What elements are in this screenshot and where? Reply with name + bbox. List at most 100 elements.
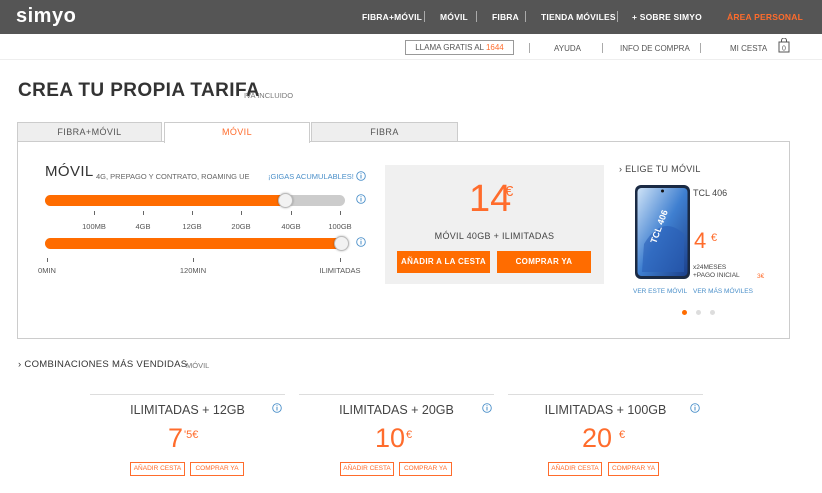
minutes-slider-tick-label[interactable]: 120MIN bbox=[180, 266, 206, 275]
combo-title: ILIMITADAS + 20GB bbox=[339, 403, 454, 417]
data-slider-tick-label[interactable]: 40GB bbox=[281, 222, 300, 231]
plan-summary: MÓVIL 40GB + ILIMITADAS bbox=[434, 231, 555, 241]
combo-buy-now-button[interactable]: COMPRAR YA bbox=[190, 462, 244, 476]
data-slider-tick-mark bbox=[241, 211, 242, 215]
minutes-slider-tick-label[interactable]: ILIMITADAS bbox=[319, 266, 360, 275]
info-icon[interactable] bbox=[356, 171, 366, 181]
combo-divider bbox=[299, 394, 494, 395]
see-more-phones-link[interactable]: VER MÁS MÓVILES bbox=[693, 288, 753, 295]
top-navigation-bar: simyo FIBRA+MÓVIL MÓVIL FIBRA TIENDA MÓV… bbox=[0, 0, 822, 34]
tab-fibra-movil[interactable]: FIBRA+MÓVIL bbox=[17, 122, 162, 142]
purchase-info-link[interactable]: INFO DE COMPRA bbox=[620, 44, 690, 53]
minutes-slider-handle[interactable] bbox=[334, 236, 349, 251]
phone-name: TCL 406 bbox=[693, 188, 728, 198]
simyo-logo[interactable]: simyo bbox=[16, 5, 76, 28]
nav-movil[interactable]: MÓVIL bbox=[440, 12, 468, 22]
combo-price: 20 bbox=[582, 423, 613, 453]
minutes-slider-tick-mark bbox=[47, 258, 48, 262]
combo-price: 10 bbox=[375, 423, 406, 453]
help-link[interactable]: AYUDA bbox=[554, 44, 581, 53]
see-this-phone-link[interactable]: VER ESTE MÓVIL bbox=[633, 288, 687, 295]
nav-fibra[interactable]: FIBRA bbox=[492, 12, 519, 22]
best-sellers-label: COMBINACIONES MÁS VENDIDAS bbox=[24, 359, 188, 370]
combo-divider bbox=[508, 394, 703, 395]
data-slider-tick-label[interactable]: 4GB bbox=[135, 222, 150, 231]
free-call-number: 1644 bbox=[485, 43, 504, 52]
minutes-slider-tick-label[interactable]: 0MIN bbox=[38, 266, 56, 275]
data-slider[interactable] bbox=[45, 193, 345, 208]
info-icon[interactable] bbox=[356, 237, 366, 247]
combo-title: ILIMITADAS + 12GB bbox=[130, 403, 245, 417]
phone-image[interactable]: TCL 406 bbox=[634, 184, 691, 280]
subnav-divider bbox=[529, 43, 530, 53]
vat-note: IVA INCLUIDO bbox=[244, 91, 294, 100]
free-call-box[interactable]: LLAMA GRATIS AL 1644 bbox=[405, 40, 514, 55]
combo-price-decimals: € bbox=[406, 429, 413, 441]
phone-terms-initial: +PAGO INICIAL bbox=[693, 272, 740, 279]
info-icon[interactable] bbox=[482, 403, 492, 413]
info-icon[interactable] bbox=[356, 194, 366, 204]
data-slider-fill bbox=[45, 195, 285, 206]
data-slider-tick-mark bbox=[291, 211, 292, 215]
phone-currency: € bbox=[711, 232, 718, 244]
combo-buy-now-button[interactable]: COMPRAR YA bbox=[608, 462, 659, 476]
phone-terms-months: x24MESES bbox=[693, 264, 727, 271]
subnav-divider bbox=[602, 43, 603, 53]
data-slider-tick-mark bbox=[192, 211, 193, 215]
minutes-slider-tick-mark bbox=[340, 258, 341, 262]
combo-add-to-cart-button[interactable]: AÑADIR CESTA bbox=[548, 462, 602, 476]
tab-movil[interactable]: MÓVIL bbox=[164, 122, 310, 143]
combo-price-decimals: '5€ bbox=[184, 429, 199, 441]
carousel-dot[interactable] bbox=[682, 310, 687, 315]
minutes-slider-tick-mark bbox=[193, 258, 194, 262]
secondary-bar: LLAMA GRATIS AL 1644 AYUDA INFO DE COMPR… bbox=[0, 34, 822, 60]
nav-divider bbox=[476, 11, 477, 22]
carousel-dot[interactable] bbox=[710, 310, 715, 315]
combo-buy-now-button[interactable]: COMPRAR YA bbox=[399, 462, 452, 476]
nav-tienda-moviles[interactable]: TIENDA MÓVILES bbox=[541, 12, 616, 22]
free-call-label: LLAMA GRATIS AL bbox=[415, 43, 484, 52]
shopping-bag-icon[interactable]: 0 bbox=[778, 38, 790, 53]
minutes-slider-fill bbox=[45, 238, 345, 249]
config-description: 4G, PREPAGO Y CONTRATO, ROAMING UE bbox=[96, 172, 250, 181]
carousel-dot[interactable] bbox=[696, 310, 701, 315]
combo-price: 7 bbox=[168, 423, 184, 453]
info-icon[interactable] bbox=[272, 403, 282, 413]
data-slider-tick-label[interactable]: 100MB bbox=[82, 222, 106, 231]
data-slider-tick-label[interactable]: 20GB bbox=[231, 222, 250, 231]
config-title: MÓVIL bbox=[45, 163, 94, 180]
nav-sobre-simyo[interactable]: + SOBRE SIMYO bbox=[632, 12, 702, 22]
combo-divider bbox=[90, 394, 285, 395]
data-slider-tick-mark bbox=[94, 211, 95, 215]
nav-area-personal[interactable]: ÁREA PERSONAL bbox=[727, 12, 803, 22]
gigas-acumulables-link[interactable]: ¡GIGAS ACUMULABLES! bbox=[268, 172, 354, 181]
minutes-slider[interactable] bbox=[45, 236, 349, 251]
add-to-cart-button[interactable]: AÑADIR A LA CESTA bbox=[397, 251, 490, 273]
nav-divider bbox=[617, 11, 618, 22]
buy-now-button[interactable]: COMPRAR YA bbox=[497, 251, 591, 273]
choose-phone-label: ELIGE TU MÓVIL bbox=[625, 164, 701, 174]
combo-price-decimals: € bbox=[619, 429, 626, 441]
phone-payment-terms: x24MESES +PAGO INICIAL bbox=[693, 264, 740, 280]
best-sellers-subheading: MÓVIL bbox=[186, 361, 210, 370]
tab-fibra[interactable]: FIBRA bbox=[311, 122, 458, 142]
info-icon[interactable] bbox=[690, 403, 700, 413]
combo-title: ILIMITADAS + 100GB bbox=[544, 403, 667, 417]
combo-add-to-cart-button[interactable]: AÑADIR CESTA bbox=[340, 462, 394, 476]
phone-price: 4 bbox=[694, 228, 707, 253]
tariff-currency: € bbox=[505, 183, 514, 200]
data-slider-tick-mark bbox=[340, 211, 341, 215]
cart-link[interactable]: MI CESTA bbox=[730, 44, 767, 53]
data-slider-tick-mark bbox=[143, 211, 144, 215]
cart-count: 0 bbox=[782, 46, 786, 53]
best-sellers-heading[interactable]: › COMBINACIONES MÁS VENDIDAS bbox=[18, 359, 187, 370]
data-slider-handle[interactable] bbox=[278, 193, 293, 208]
combo-add-to-cart-button[interactable]: AÑADIR CESTA bbox=[130, 462, 185, 476]
nav-divider bbox=[525, 11, 526, 22]
data-slider-tick-label[interactable]: 100GB bbox=[328, 222, 351, 231]
page-title: CREA TU PROPIA TARIFA bbox=[18, 80, 261, 101]
subnav-divider bbox=[700, 43, 701, 53]
nav-fibra-movil[interactable]: FIBRA+MÓVIL bbox=[362, 12, 422, 22]
choose-phone-heading[interactable]: › ELIGE TU MÓVIL bbox=[619, 164, 701, 174]
data-slider-tick-label[interactable]: 12GB bbox=[182, 222, 201, 231]
